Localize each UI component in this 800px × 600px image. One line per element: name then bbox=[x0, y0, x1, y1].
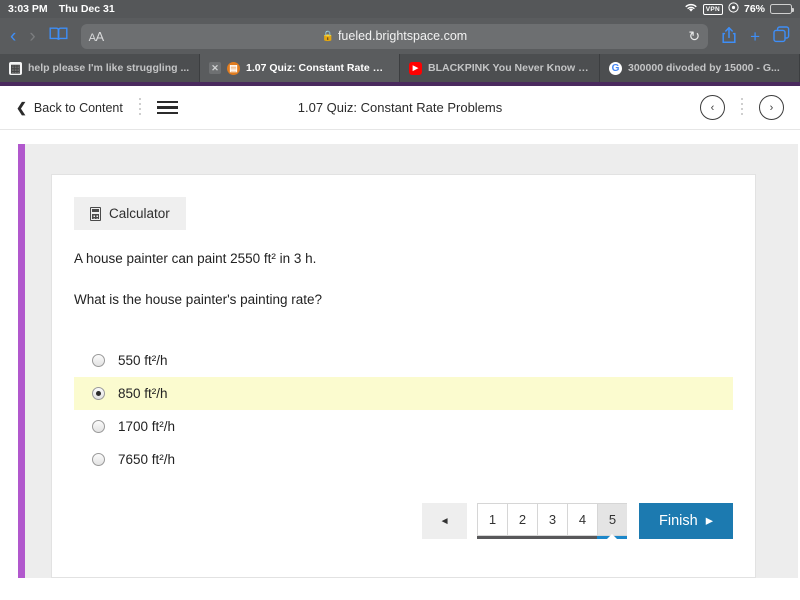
finish-label: Finish bbox=[659, 513, 698, 529]
next-page-button[interactable]: › bbox=[759, 95, 784, 120]
tab-title: help please I'm like struggling ... bbox=[28, 62, 190, 74]
status-bar-left: 3:03 PM Thu Dec 31 bbox=[8, 3, 115, 15]
plus-icon[interactable]: + bbox=[750, 28, 760, 45]
drag-handle-right bbox=[741, 97, 743, 118]
page-number-2[interactable]: 2 bbox=[507, 503, 538, 536]
answer-option-3[interactable]: 7650 ft²/h bbox=[74, 443, 733, 476]
battery-icon bbox=[770, 4, 794, 14]
battery-percent: 76% bbox=[743, 3, 765, 15]
wifi-icon bbox=[684, 2, 698, 16]
previous-question-button[interactable]: ◄ bbox=[422, 503, 468, 539]
answer-option-label: 850 ft²/h bbox=[118, 386, 168, 401]
page-number-3[interactable]: 3 bbox=[537, 503, 568, 536]
url-text: fueled.brightspace.com bbox=[337, 29, 468, 43]
page-number-5[interactable]: 5 bbox=[597, 503, 628, 536]
answer-option-0[interactable]: 550 ft²/h bbox=[74, 344, 733, 377]
back-chevron-icon[interactable]: ‹ bbox=[10, 27, 16, 46]
app-header: ❮ Back to Content 1.07 Quiz: Constant Ra… bbox=[0, 86, 800, 130]
status-bar-time: 3:03 PM bbox=[8, 3, 48, 15]
answer-option-label: 7650 ft²/h bbox=[118, 452, 176, 467]
answer-options-list: 550 ft²/h 850 ft²/h 1700 ft²/h 7650 ft²/… bbox=[74, 344, 733, 476]
browser-tab-3[interactable]: G 300000 divoded by 15000 - G... bbox=[600, 54, 800, 82]
answer-option-label: 1700 ft²/h bbox=[118, 419, 176, 434]
quiz-card: Calculator A house painter can paint 255… bbox=[51, 174, 756, 578]
tab-title: 300000 divoded by 15000 - G... bbox=[628, 62, 780, 74]
radio-button[interactable] bbox=[92, 420, 105, 433]
brightspace-icon: ▤ bbox=[227, 61, 240, 75]
question-statement: A house painter can paint 2550 ft² in 3 … bbox=[74, 251, 317, 266]
finish-button[interactable]: Finish ▸ bbox=[639, 503, 733, 539]
tab-title: 1.07 Quiz: Constant Rate Probl... bbox=[246, 62, 390, 74]
status-bar-date: Thu Dec 31 bbox=[58, 3, 115, 15]
back-to-content-label: Back to Content bbox=[33, 100, 123, 115]
url-bar[interactable]: AA 🔒 fueled.brightspace.com ↻ bbox=[80, 23, 709, 49]
status-bar-right: VPN 76% bbox=[684, 2, 794, 16]
quiz-padding: Calculator A house painter can paint 255… bbox=[25, 144, 798, 578]
answer-option-2[interactable]: 1700 ft²/h bbox=[74, 410, 733, 443]
reload-icon[interactable]: ↻ bbox=[688, 28, 700, 45]
radio-button-selected[interactable] bbox=[92, 387, 105, 400]
calculator-button[interactable]: Calculator bbox=[74, 197, 186, 230]
page-number-4[interactable]: 4 bbox=[567, 503, 598, 536]
forward-chevron-icon[interactable]: › bbox=[29, 27, 35, 46]
page-body: Calculator A house painter can paint 255… bbox=[0, 130, 800, 596]
quiz-pagination: ◄ 1 2 3 4 5 Finish ▸ bbox=[74, 503, 733, 539]
course-accent-bar bbox=[18, 144, 25, 578]
document-icon: ▦ bbox=[9, 61, 22, 75]
chevron-left-icon: ❮ bbox=[16, 99, 27, 115]
youtube-icon: ▶ bbox=[409, 61, 422, 75]
arrow-right-icon: ▸ bbox=[705, 513, 713, 529]
app-header-right: ‹ › bbox=[700, 95, 784, 120]
current-page-caret bbox=[607, 534, 618, 539]
browser-tab-2[interactable]: ▶ BLACKPINK You Never Know L... bbox=[400, 54, 600, 82]
previous-page-button[interactable]: ‹ bbox=[700, 95, 725, 120]
ios-status-bar: 3:03 PM Thu Dec 31 VPN 76% bbox=[0, 0, 800, 18]
quiz-container: Calculator A house painter can paint 255… bbox=[18, 144, 798, 578]
radio-button[interactable] bbox=[92, 354, 105, 367]
back-to-content-button[interactable]: ❮ Back to Content bbox=[16, 100, 123, 116]
drag-handle-left bbox=[138, 97, 141, 118]
browser-tab-0[interactable]: ▦ help please I'm like struggling ... bbox=[0, 54, 200, 82]
location-icon bbox=[728, 2, 739, 16]
book-icon[interactable] bbox=[49, 26, 68, 46]
vpn-badge: VPN bbox=[702, 3, 723, 15]
calculator-icon bbox=[90, 206, 101, 221]
close-icon[interactable]: ✕ bbox=[209, 62, 221, 74]
lock-icon: 🔒 bbox=[321, 30, 334, 42]
answer-option-1[interactable]: 850 ft²/h bbox=[74, 377, 733, 410]
page-number-list: 1 2 3 4 5 bbox=[477, 503, 628, 539]
calculator-label: Calculator bbox=[109, 206, 170, 221]
radio-button[interactable] bbox=[92, 453, 105, 466]
url-display: 🔒 fueled.brightspace.com bbox=[81, 29, 708, 43]
answer-option-label: 550 ft²/h bbox=[118, 353, 168, 368]
browser-tab-1[interactable]: ✕ ▤ 1.07 Quiz: Constant Rate Probl... bbox=[200, 54, 400, 82]
question-prompt: What is the house painter's painting rat… bbox=[74, 292, 322, 307]
browser-toolbar: ‹ › AA 🔒 fueled.brightspace.com ↻ + bbox=[0, 18, 800, 54]
tabs-icon[interactable] bbox=[773, 26, 790, 46]
tab-title: BLACKPINK You Never Know L... bbox=[428, 62, 590, 74]
google-icon: G bbox=[609, 61, 622, 75]
hamburger-menu-icon[interactable] bbox=[156, 100, 178, 115]
browser-tab-strip: ▦ help please I'm like struggling ... ✕ … bbox=[0, 54, 800, 82]
page-number-1[interactable]: 1 bbox=[477, 503, 508, 536]
share-icon[interactable] bbox=[721, 26, 737, 47]
